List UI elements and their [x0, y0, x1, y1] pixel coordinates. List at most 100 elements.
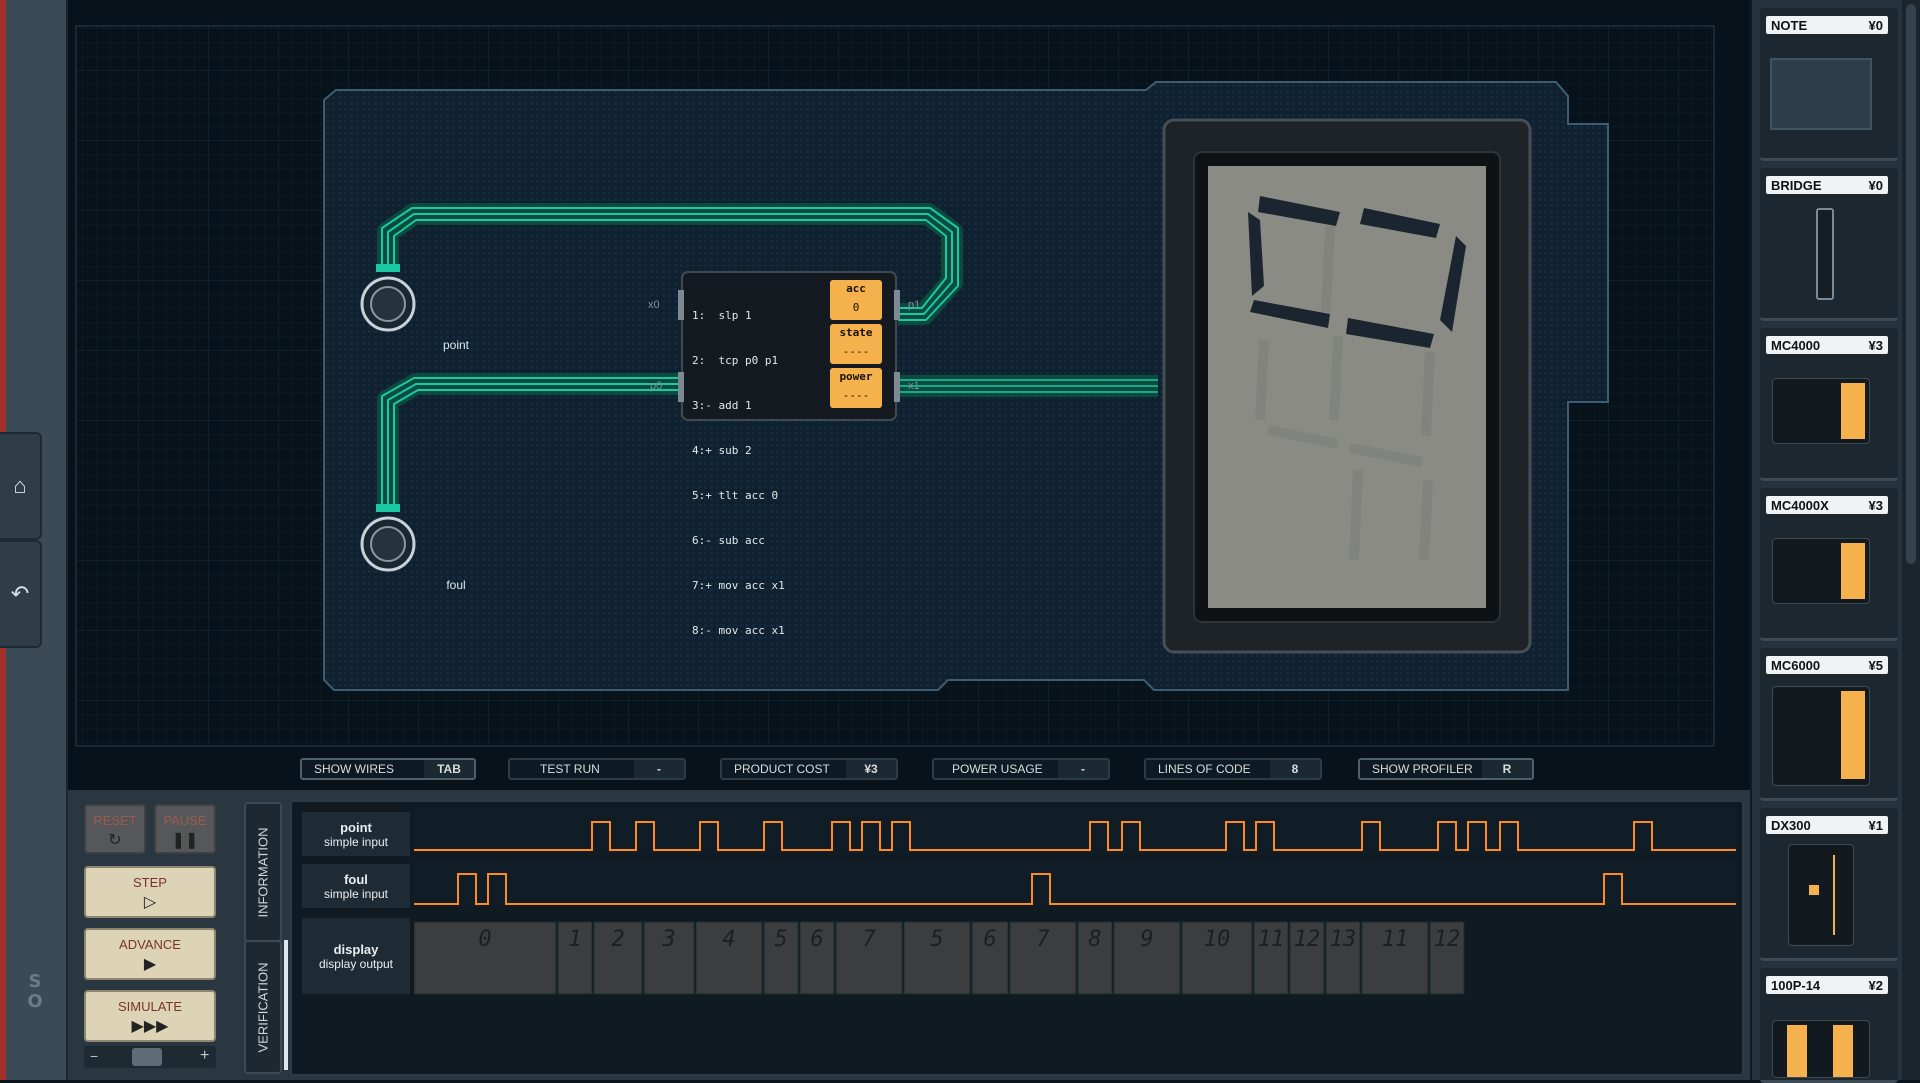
port-p0-label: p0: [650, 380, 663, 392]
palette-item-name: MC4000: [1771, 337, 1821, 353]
code-line: 1: slp 1: [692, 309, 752, 322]
chip-code-editor[interactable]: 1: slp 1 2: tcp p0 p1 3:- add 1 4:+ sub …: [692, 278, 810, 668]
signal-point-label: point simple input: [302, 812, 410, 856]
palette-item-name: DX300: [1771, 817, 1811, 833]
simulate-icon: ▶▶▶: [131, 1018, 169, 1035]
palette-item-note[interactable]: NOTE ¥0: [1760, 8, 1898, 161]
home-icon: ⌂: [13, 473, 27, 498]
palette-item-100p-14[interactable]: 100P-14 ¥2: [1760, 968, 1898, 1083]
reset-label: RESET: [93, 813, 137, 828]
signal-name: foul: [344, 871, 368, 887]
step-icon: ▷: [143, 894, 157, 911]
signal-display-label: display display output: [302, 918, 410, 994]
palette-scroll-thumb[interactable]: [1906, 4, 1916, 564]
palette-item-bridge[interactable]: BRIDGE ¥0: [1760, 168, 1898, 321]
simulate-button[interactable]: SIMULATE ▶▶▶: [84, 990, 216, 1042]
palette-item-cost: ¥3: [1868, 497, 1883, 513]
display-cell-digit: 11: [1382, 927, 1409, 952]
show-wires-button[interactable]: SHOW WIRES TAB: [300, 758, 476, 780]
palette-item-cost: ¥2: [1868, 977, 1883, 993]
display-trace: 0 1 2 3 4 5 6 7 5 6 7 8 9 10 11 12 13 11 12: [414, 921, 1465, 995]
signal-type: simple input: [323, 886, 389, 901]
code-line: 2: tcp p0 p1: [692, 354, 779, 367]
mc6000-icon: [1772, 686, 1870, 786]
palette-scrollbar[interactable]: [1902, 0, 1920, 1080]
palette-item-cost: ¥0: [1868, 17, 1883, 33]
test-run-stat: TEST RUN -: [508, 758, 686, 780]
power-usage-label: POWER USAGE: [952, 762, 1043, 776]
speed-slider-handle[interactable]: [132, 1048, 162, 1066]
advance-label: ADVANCE: [119, 937, 181, 952]
component-palette: NOTE ¥0 BRIDGE ¥0 MC4000 ¥3 MC4000X ¥3 MC600…: [1750, 0, 1920, 1083]
test-run-label: TEST RUN: [540, 762, 600, 776]
dx300-icon: [1788, 844, 1854, 946]
circuit-board-area[interactable]: point foul x0 p0 p1 x1 1: slp 1 2: tcp p…: [68, 0, 1748, 790]
palette-item-dx300[interactable]: DX300 ¥1: [1760, 808, 1898, 961]
tab-information[interactable]: INFORMATION: [244, 802, 282, 942]
register-power: power ----: [830, 368, 882, 408]
game-logo: SO: [27, 971, 43, 1012]
code-line: 5:+ tlt acc 0: [692, 489, 779, 502]
signal-foul-label: foul simple input: [302, 864, 410, 908]
tab-verification[interactable]: VERIFICATION: [244, 940, 282, 1074]
point-label: point: [442, 338, 470, 352]
note-icon: [1770, 58, 1872, 130]
step-button[interactable]: STEP ▷: [84, 866, 216, 918]
foul-label: foul: [446, 578, 466, 592]
register-state: state ----: [830, 324, 882, 364]
display-cell-digit: 7: [862, 927, 876, 952]
code-line: 4:+ sub 2: [692, 444, 752, 457]
show-profiler-key: R: [1482, 760, 1532, 778]
display-cell-digit: 10: [1204, 927, 1231, 952]
display-cell-digit: 7: [1036, 927, 1050, 952]
lines-of-code-value: 8: [1270, 760, 1320, 778]
undo-button[interactable]: ↶: [0, 540, 42, 648]
display-cell-digit: 8: [1088, 927, 1101, 952]
signal-type: display output: [318, 956, 394, 971]
show-profiler-label: SHOW PROFILER: [1372, 762, 1473, 776]
register-panel: acc 0 state ---- power ----: [830, 280, 882, 408]
palette-item-cost: ¥3: [1868, 337, 1883, 353]
palette-item-mc4000[interactable]: MC4000 ¥3: [1760, 328, 1898, 481]
advance-icon: ▶: [143, 956, 157, 973]
show-wires-key: TAB: [424, 760, 474, 778]
display-cell-digit: 5: [930, 927, 943, 952]
display-cell-digit: 9: [1140, 927, 1153, 952]
show-profiler-button[interactable]: SHOW PROFILER R: [1358, 758, 1534, 780]
left-rail: ⌂ ↶ SO: [0, 0, 68, 1080]
active-tab-indicator: [284, 940, 288, 1070]
port-x1-label: x1: [908, 380, 920, 392]
product-cost-stat: PRODUCT COST ¥3: [720, 758, 898, 780]
display-cell-digit: 11: [1258, 927, 1285, 952]
palette-item-name: NOTE: [1771, 17, 1808, 33]
display-cell-digit: 2: [611, 927, 624, 952]
palette-item-name: 100P-14: [1771, 977, 1821, 993]
reset-button[interactable]: RESET ↻: [84, 804, 146, 854]
register-acc: acc 0: [830, 280, 882, 320]
palette-item-mc4000x[interactable]: MC4000X ¥3: [1760, 488, 1898, 641]
product-cost-label: PRODUCT COST: [734, 762, 830, 776]
display-cell-digit: 13: [1330, 927, 1357, 952]
mc4000-icon: [1772, 378, 1870, 444]
display-cell-digit: 0: [478, 927, 491, 952]
pause-label: PAUSE: [163, 813, 207, 828]
pause-icon: ❚❚: [171, 832, 199, 849]
code-line: 8:- mov acc x1: [692, 624, 785, 637]
speed-minus[interactable]: −: [90, 1048, 98, 1064]
palette-item-cost: ¥0: [1868, 177, 1883, 193]
home-button[interactable]: ⌂: [0, 432, 42, 540]
pause-button[interactable]: PAUSE ❚❚: [154, 804, 216, 854]
reset-icon: ↻: [108, 832, 122, 849]
code-line: 7:+ mov acc x1: [692, 579, 785, 592]
palette-item-cost: ¥5: [1868, 657, 1883, 673]
tab-information-label: INFORMATION: [255, 826, 271, 918]
step-label: STEP: [133, 875, 167, 890]
code-line: 3:- add 1: [692, 399, 752, 412]
speed-slider[interactable]: − +: [84, 1046, 216, 1068]
advance-button[interactable]: ADVANCE ▶: [84, 928, 216, 980]
port-x0-label: x0: [648, 299, 660, 311]
product-cost-value: ¥3: [846, 760, 896, 778]
signal-name: point: [340, 819, 372, 835]
speed-plus[interactable]: +: [200, 1047, 209, 1065]
palette-item-mc6000[interactable]: MC6000 ¥5: [1760, 648, 1898, 801]
